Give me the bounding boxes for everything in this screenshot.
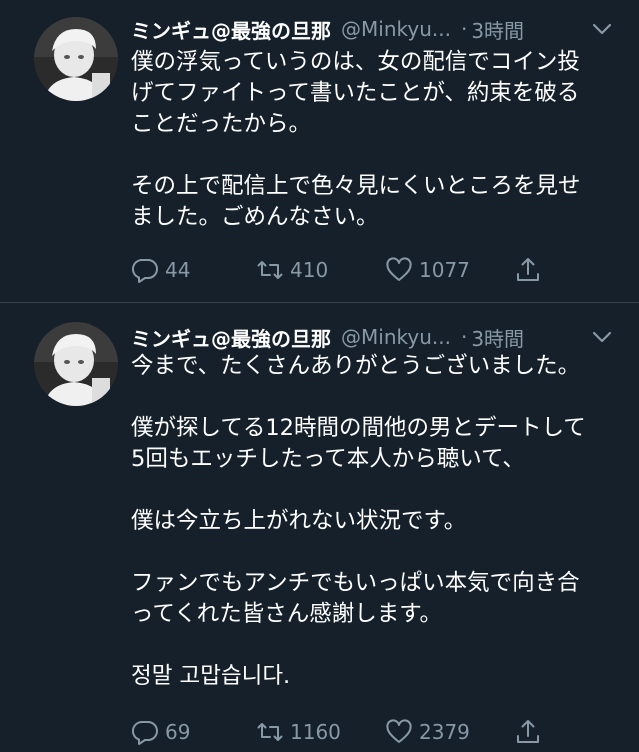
heart-icon — [386, 257, 412, 281]
reply-count: 44 — [165, 258, 191, 282]
tweet-line: 정말 고맙습니다. — [131, 663, 291, 689]
tweet-line: げてファイトって書いたことが、約束を破る — [131, 80, 580, 106]
tweet-paragraph: 僕は今立ち上がれない状況です。 — [131, 506, 621, 537]
display-name[interactable]: ミンギュ@最強の旦那 — [131, 323, 331, 352]
like-count: 2379 — [419, 720, 470, 744]
heart-icon — [386, 719, 412, 743]
retweet-icon — [257, 723, 283, 741]
display-name[interactable]: ミンギュ@最強の旦那 — [131, 15, 331, 44]
tweet-paragraph: 今まで、たくさんありがとうございました。 — [131, 351, 621, 382]
tweet-paragraph: その上で配信上で色々見にくいところを見せ ました。ごめんなさい。 — [131, 171, 621, 233]
handle[interactable]: @Minkyu... — [341, 17, 451, 41]
handle[interactable]: @Minkyu... — [341, 325, 451, 349]
tweet-paragraph: 僕の浮気っていうのは、女の配信でコイン投 げてファイトって書いたことが、約束を破… — [131, 47, 621, 140]
share-button[interactable] — [514, 712, 548, 752]
timestamp[interactable]: 3時間 — [471, 15, 524, 44]
like-button[interactable]: 1077 — [385, 250, 470, 290]
tweet-line: 5回もエッチしたって本人から聴いて、 — [131, 446, 525, 472]
separator-dot: · — [460, 325, 468, 349]
retweet-count: 1160 — [290, 720, 341, 744]
tweet-line: ました。ごめんなさい。 — [131, 204, 379, 230]
timestamp[interactable]: 3時間 — [471, 323, 524, 352]
tweet-line: 僕は今立ち上がれない状況です。 — [131, 508, 467, 534]
like-count: 1077 — [419, 258, 470, 282]
reply-button[interactable]: 69 — [131, 712, 190, 752]
retweet-icon — [257, 261, 283, 279]
tweet-text: 今まで、たくさんありがとうございました。 僕が探してる12時間の間他の男とデート… — [131, 351, 621, 692]
reply-button[interactable]: 44 — [131, 250, 190, 290]
retweet-count: 410 — [290, 258, 329, 282]
tweet-paragraph: 僕が探してる12時間の間他の男とデートして 5回もエッチしたって本人から聴いて、 — [131, 413, 621, 475]
tweet-paragraph: 정말 고맙습니다. — [131, 661, 621, 692]
tweet-line: 僕が探してる12時間の間他の男とデートして — [131, 415, 586, 441]
timeline: ミンギュ@最強の旦那 @Minkyu... · 3時間 僕の浮気っていうのは、女… — [0, 0, 639, 750]
tweet-line: その上で配信上で色々見にくいところを見せ — [131, 173, 581, 199]
tweet-line: 今まで、たくさんありがとうございました。 — [131, 353, 581, 379]
chevron-down-icon[interactable] — [591, 18, 613, 40]
reply-count: 69 — [165, 720, 191, 744]
share-icon — [517, 720, 539, 743]
reply-icon — [131, 720, 158, 745]
tweet-header: ミンギュ@最強の旦那 @Minkyu... · 3時間 — [131, 12, 613, 46]
chevron-down-icon[interactable] — [591, 326, 613, 348]
tweet-text: 僕の浮気っていうのは、女の配信でコイン投 げてファイトって書いたことが、約束を破… — [131, 47, 621, 233]
reply-icon — [131, 258, 158, 283]
tweet-header: ミンギュ@最強の旦那 @Minkyu... · 3時間 — [131, 320, 613, 354]
tweet-line: ファンでもアンチでもいっぱい本気で向き合 — [131, 570, 580, 596]
tweet-line: 僕の浮気っていうのは、女の配信でコイン投 — [131, 49, 580, 75]
tweet-paragraph: ファンでもアンチでもいっぱい本気で向き合 ってくれた皆さん感謝します。 — [131, 568, 621, 630]
retweet-button[interactable]: 1160 — [256, 712, 341, 752]
avatar[interactable] — [34, 17, 118, 101]
retweet-button[interactable]: 410 — [256, 250, 328, 290]
share-icon — [517, 258, 539, 281]
tweet[interactable]: ミンギュ@最強の旦那 @Minkyu... · 3時間 僕の浮気っていうのは、女… — [0, 0, 639, 303]
avatar[interactable] — [34, 322, 118, 406]
share-button[interactable] — [514, 250, 548, 290]
like-button[interactable]: 2379 — [385, 712, 470, 752]
separator-dot: · — [460, 17, 468, 41]
tweet-line: ってくれた皆さん感謝します。 — [131, 601, 442, 627]
tweet-line: ことだったから。 — [131, 111, 312, 137]
